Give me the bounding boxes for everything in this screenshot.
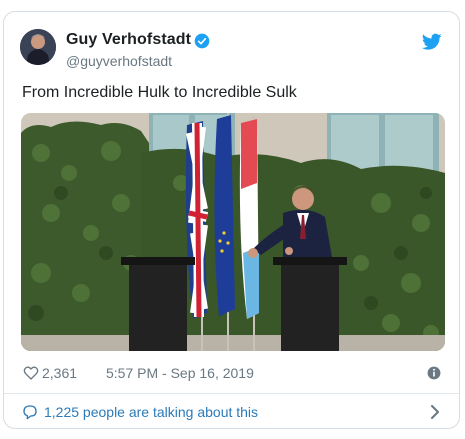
tweet-meta: 2,361 5:57 PM - Sep 16, 2019 [22, 364, 442, 384]
avatar[interactable] [20, 29, 56, 65]
tweet-card[interactable]: Guy Verhofstadt @guyverhofstadt From Inc… [3, 11, 460, 429]
verified-badge-icon [194, 33, 210, 49]
chevron-right-icon[interactable] [430, 405, 440, 419]
speech-bubble-icon [23, 405, 37, 420]
tweet-timestamp[interactable]: 5:57 PM - Sep 16, 2019 [106, 365, 254, 381]
tweet-text: From Incredible Hulk to Incredible Sulk [22, 84, 297, 101]
author-name[interactable]: Guy Verhofstadt [66, 31, 191, 49]
info-icon[interactable] [427, 366, 441, 380]
twitter-bird-icon[interactable] [422, 33, 442, 51]
conversation-link[interactable]: 1,225 people are talking about this [4, 394, 459, 428]
author-handle[interactable]: @guyverhofstadt [66, 53, 172, 69]
heart-icon[interactable] [23, 365, 39, 381]
conversation-count[interactable]: 1,225 people are talking about this [44, 404, 258, 420]
like-count[interactable]: 2,361 [42, 365, 77, 381]
tweet-photo[interactable] [21, 113, 445, 351]
